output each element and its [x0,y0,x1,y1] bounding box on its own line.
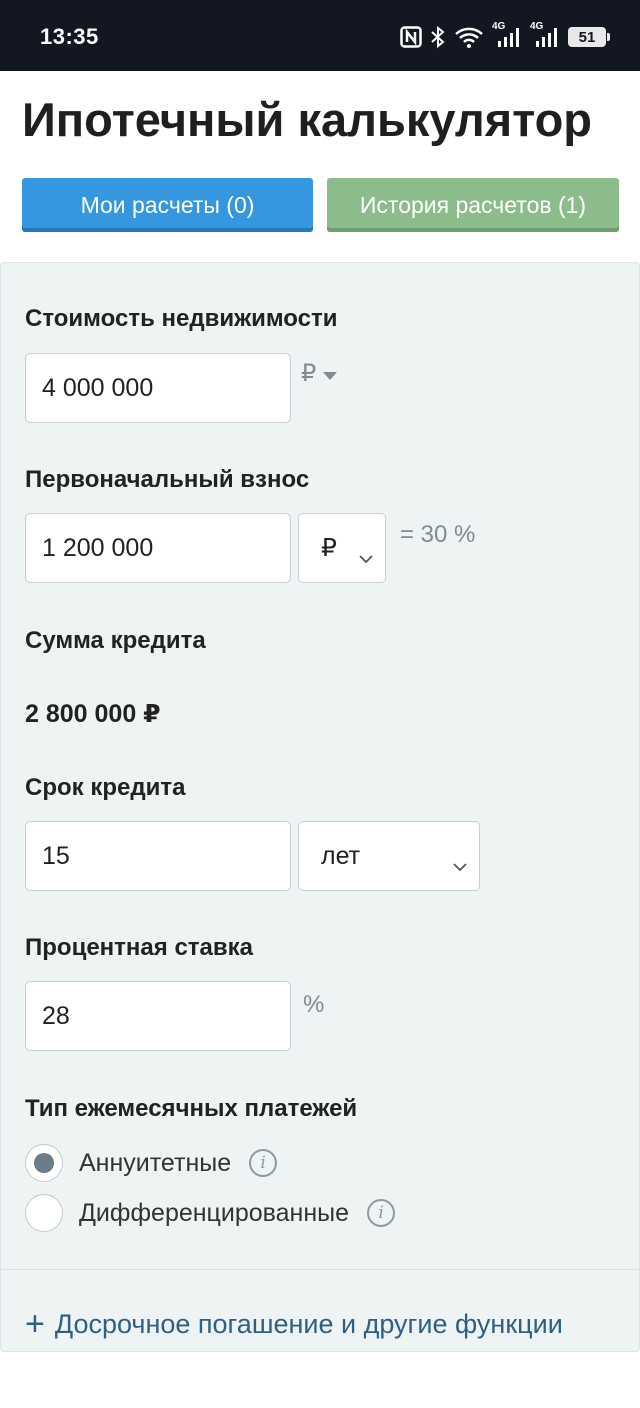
down-payment-unit-value: ₽ [321,534,337,562]
status-time: 13:35 [40,24,99,49]
radio-differentiated[interactable]: Дифференцированные i [25,1193,396,1233]
calculator-form: Стоимость недвижимости 4 000 000 ₽ Перво… [0,262,640,1352]
down-payment-unit-select[interactable]: ₽ [298,513,386,583]
bluetooth-icon [430,25,446,49]
loan-term-unit-select[interactable]: лет [298,821,480,891]
loan-term-input[interactable]: 15 [25,821,291,891]
chevron-down-icon [453,850,467,879]
radio-button-unchecked[interactable] [25,1194,63,1232]
info-icon[interactable]: i [249,1149,278,1177]
radio-dot [34,1153,54,1173]
loan-term-unit-value: лет [321,841,361,870]
property-cost-input[interactable]: 4 000 000 [25,353,291,423]
interest-rate-label: Процентная ставка [25,934,253,961]
property-currency-dropdown[interactable]: ₽ [301,359,338,388]
battery-icon: 51 [568,27,610,47]
down-payment-label: Первоначальный взнос [25,466,310,493]
down-payment-percent: = 30 % [400,521,476,548]
plus-icon: + [25,1305,45,1343]
more-options-label: Досрочное погашение и другие функции [54,1308,563,1339]
radio-button-checked[interactable] [25,1144,63,1182]
down-payment-input[interactable]: 1 200 000 [25,513,291,583]
nfc-icon [400,26,422,48]
my-calculations-button[interactable]: Мои расчеты (0) [22,178,313,232]
loan-amount-value: 2 800 000 ₽ [25,700,161,728]
status-icons: 4G 4G 51 [400,21,610,52]
interest-rate-input[interactable]: 28 [25,981,291,1051]
wifi-icon [454,26,484,48]
payment-type-label: Тип ежемесячных платежей [25,1095,358,1122]
loan-term-label: Срок кредита [25,774,186,801]
signal-4g-icon: 4G [492,21,522,49]
divider [1,1269,639,1270]
page-title: Ипотечный калькулятор [22,93,593,146]
caret-down-icon [322,360,338,388]
chevron-down-icon [359,542,373,571]
signal-4g-icon: 4G [530,21,560,49]
info-icon[interactable]: i [367,1199,396,1227]
property-currency-label: ₽ [301,360,317,387]
radio-differentiated-label: Дифференцированные [79,1198,350,1227]
calculation-history-button[interactable]: История расчетов (1) [327,178,619,232]
interest-rate-unit: % [303,991,325,1018]
status-bar: 13:35 4G 4G 51 [0,0,640,71]
property-cost-label: Стоимость недвижимости [25,305,338,332]
radio-annuity[interactable]: Аннуитетные i [25,1143,278,1183]
more-options-link[interactable]: + Досрочное погашение и другие функции [25,1307,563,1341]
radio-annuity-label: Аннуитетные [79,1148,232,1177]
loan-amount-label: Сумма кредита [25,627,206,654]
